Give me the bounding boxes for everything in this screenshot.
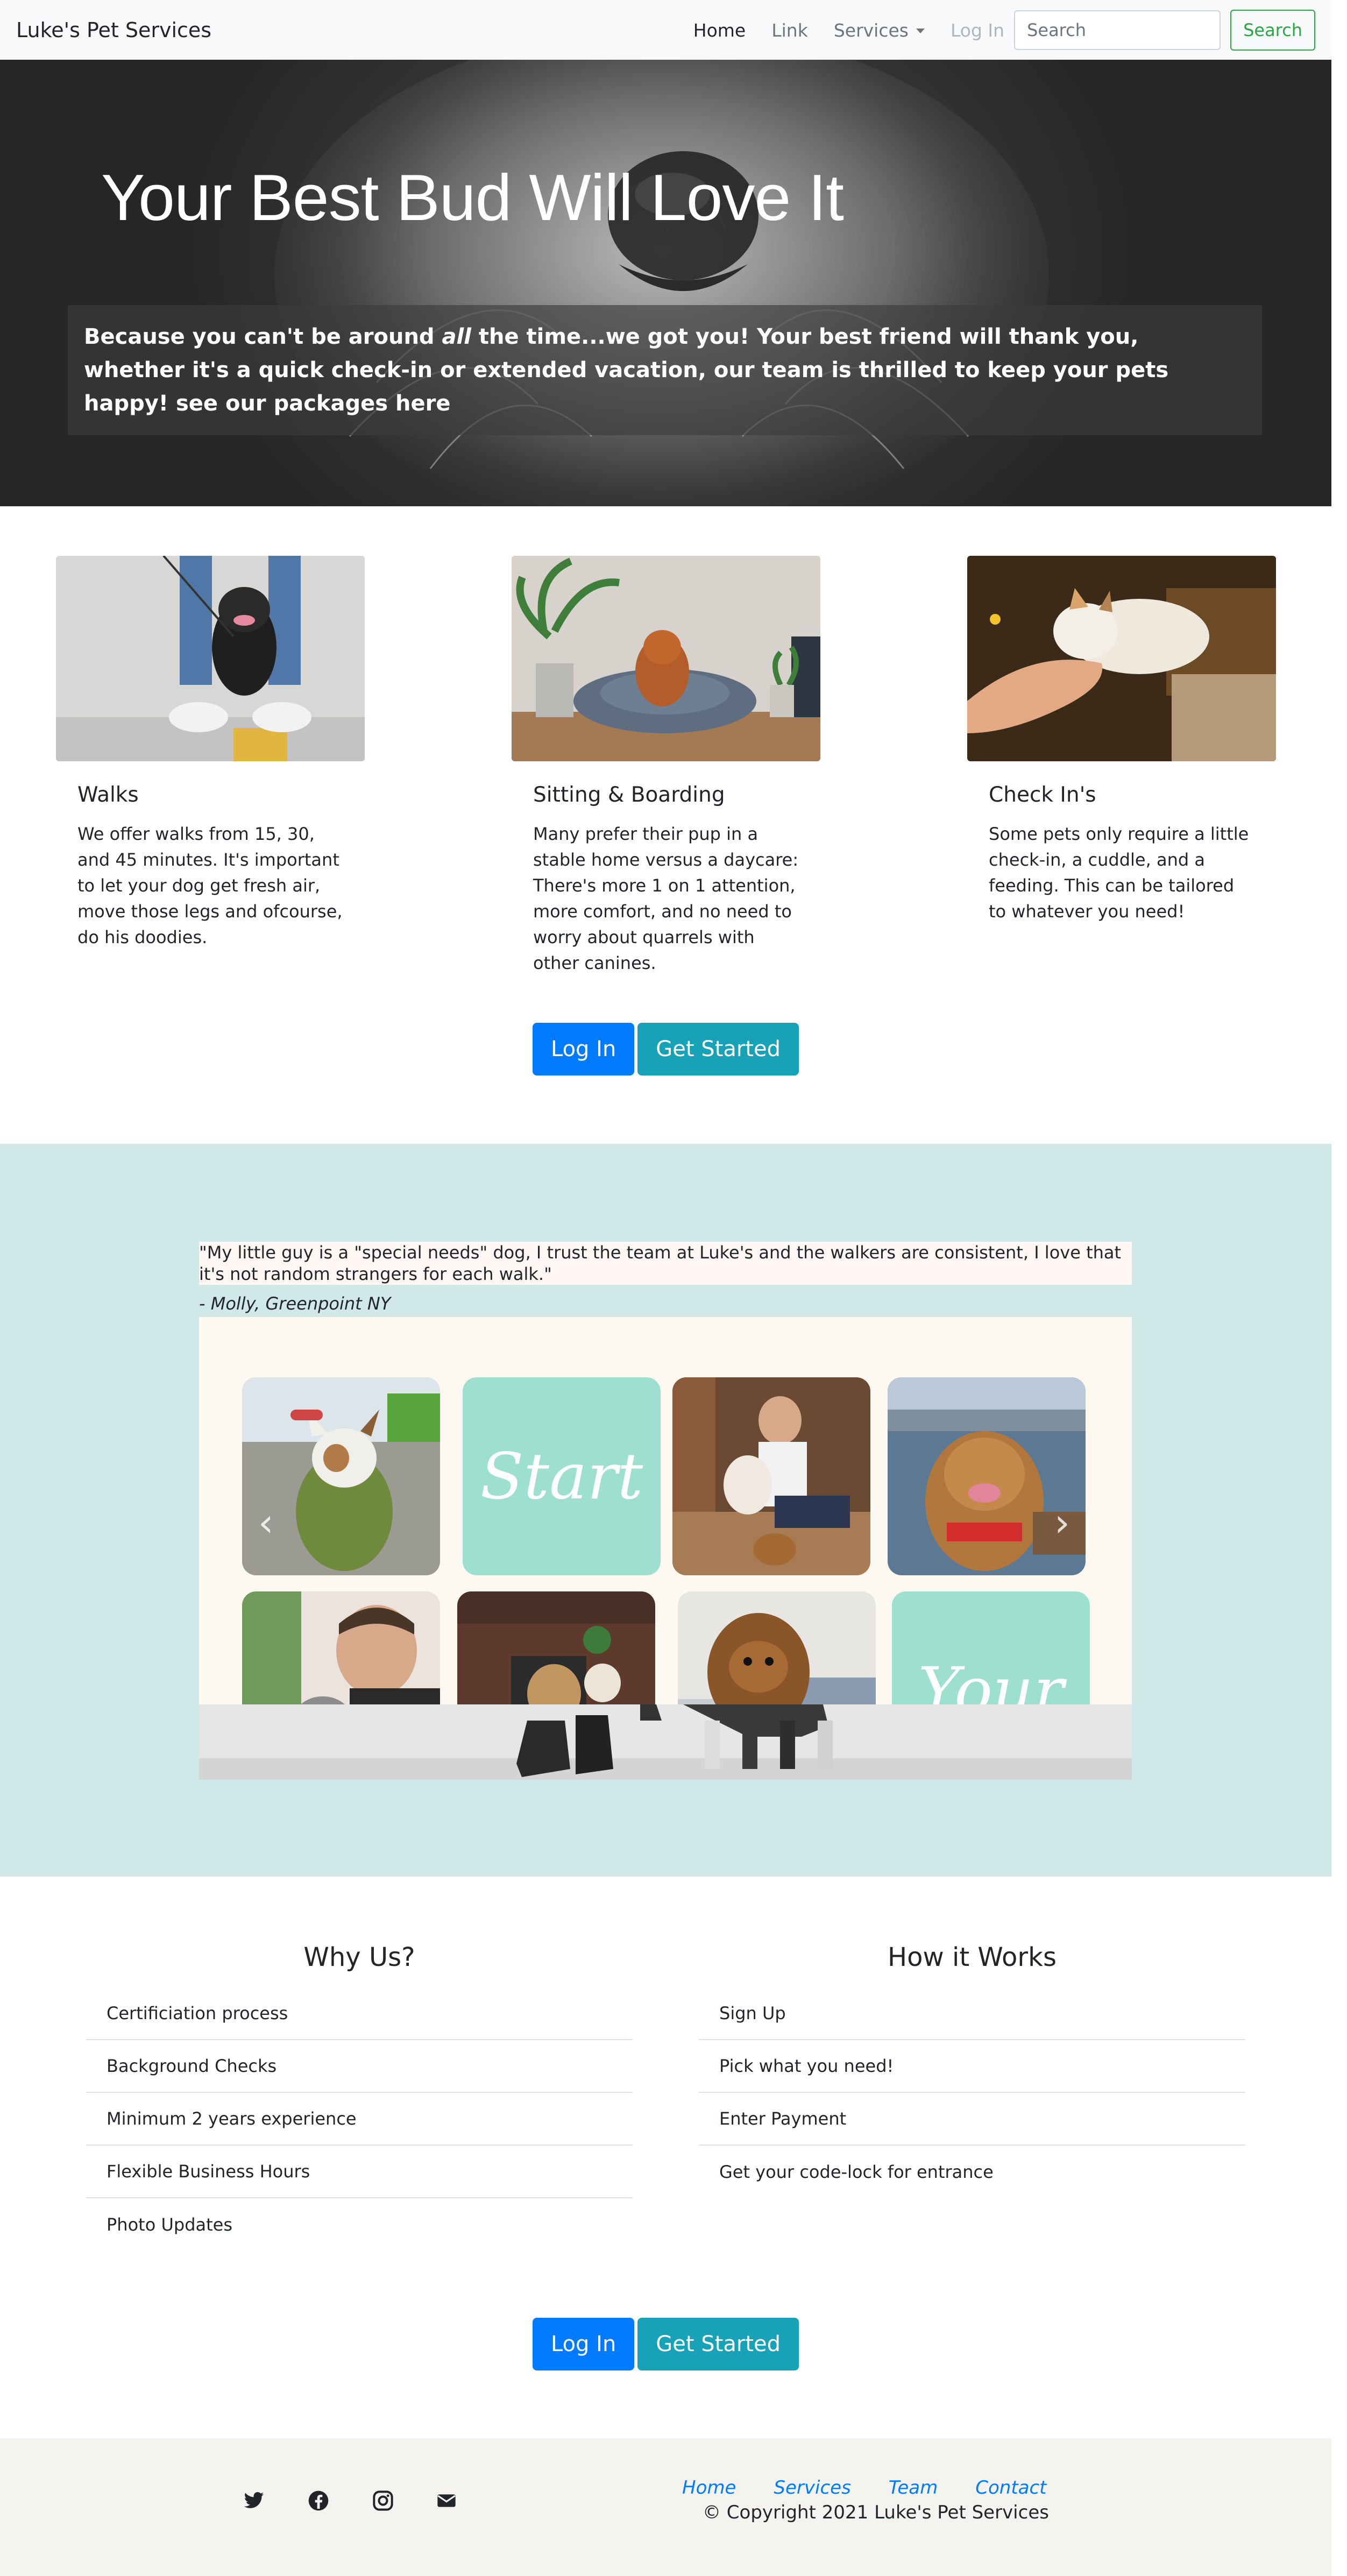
list-item: Background Checks <box>86 2040 633 2093</box>
footer-home-link[interactable]: Home <box>682 2477 736 2499</box>
brand-link[interactable]: Luke's Pet Services <box>16 18 211 42</box>
checkins-image <box>967 556 1276 761</box>
nav-link-link[interactable]: Link <box>771 20 808 41</box>
card-title: Check In's <box>989 783 1096 807</box>
hero-lead-start: Because you can't be around <box>84 324 442 349</box>
card-checkins: Check In's Some pets only require a litt… <box>967 556 1276 924</box>
testimonial-section: "My little guy is a "special needs" dog,… <box>0 1144 1331 1877</box>
get-started-button[interactable]: Get Started <box>637 2318 799 2370</box>
list-item: Pick what you need! <box>699 2040 1245 2093</box>
list-item: Certificiation process <box>86 1987 633 2040</box>
list-item: Sign Up <box>699 1987 1245 2040</box>
twitter-icon[interactable] <box>243 2490 265 2511</box>
nav-right: Home Link Services Log In Search <box>693 10 1315 51</box>
hero-jumbotron: Your Best Bud Will Love It Because you c… <box>0 60 1331 506</box>
start-tile: Start <box>463 1377 661 1575</box>
copyright-text: © Copyright 2021 Luke's Pet Services <box>703 2502 1049 2523</box>
nav-login-link[interactable]: Log In <box>951 20 1004 41</box>
login-button[interactable]: Log In <box>532 1023 635 1075</box>
cta-row-bottom: Log In Get Started <box>0 2318 1331 2370</box>
facebook-icon[interactable] <box>308 2490 329 2511</box>
how-it-works-title: How it Works <box>888 1942 1057 1972</box>
how-it-works-column: How it Works Sign Up Pick what you need!… <box>699 1942 1245 2198</box>
footer-links: Home Services Team Contact <box>682 2477 1084 2499</box>
hero-dog-image <box>274 60 1049 506</box>
carousel-prev-icon[interactable]: ‹ <box>258 1500 280 1545</box>
card-title: Sitting & Boarding <box>533 783 725 807</box>
nav-services-label: Services <box>833 19 909 41</box>
list-item: Enter Payment <box>699 2093 1245 2146</box>
services-cards: Walks We offer walks from 15, 30, and 45… <box>0 506 1331 1200</box>
footer: Home Services Team Contact © Copyright 2… <box>0 2438 1331 2576</box>
sitting-image <box>512 556 820 761</box>
card-text: Some pets only require a little check-in… <box>989 824 1249 922</box>
hero-lead-emphasis: all <box>442 324 471 349</box>
card-text: We offer walks from 15, 30, and 45 minut… <box>77 824 343 947</box>
why-us-title: Why Us? <box>303 1942 415 1972</box>
walks-image <box>56 556 365 761</box>
instagram-icon[interactable] <box>372 2490 394 2511</box>
photo-carousel[interactable]: Start Your ‹ › <box>199 1317 1132 1780</box>
footer-team-link[interactable]: Team <box>889 2477 938 2499</box>
testimonial-author: - Molly, Greenpoint NY <box>199 1293 391 1314</box>
list-item: Minimum 2 years experience <box>86 2093 633 2146</box>
navbar: Luke's Pet Services Home Link Services L… <box>0 0 1331 60</box>
card-title: Walks <box>77 783 139 807</box>
hero-lead: Because you can't be around all the time… <box>68 305 1262 435</box>
why-us-column: Why Us? Certificiation process Backgroun… <box>86 1942 633 2251</box>
login-button[interactable]: Log In <box>532 2318 635 2370</box>
info-lists: Why Us? Certificiation process Backgroun… <box>0 1877 1331 2438</box>
card-sitting-body: Sitting & Boarding Many prefer their pup… <box>512 761 820 976</box>
carousel-next-icon[interactable]: › <box>1054 1500 1076 1545</box>
carousel-photo <box>888 1377 1086 1575</box>
search-input[interactable] <box>1014 10 1221 50</box>
testimonial-quote: "My little guy is a "special needs" dog,… <box>199 1242 1132 1285</box>
hero-title: Your Best Bud Will Love It <box>101 161 844 234</box>
card-checkins-body: Check In's Some pets only require a litt… <box>967 761 1276 924</box>
search-button[interactable]: Search <box>1230 10 1315 51</box>
card-sitting: Sitting & Boarding Many prefer their pup… <box>512 556 820 976</box>
list-item: Photo Updates <box>107 2214 233 2235</box>
envelope-icon[interactable] <box>436 2490 457 2511</box>
footer-contact-link[interactable]: Contact <box>975 2477 1046 2499</box>
card-text: Many prefer their pup in a stable home v… <box>533 824 799 973</box>
cta-row-top: Log In Get Started <box>0 1023 1331 1075</box>
list-item: Get your code-lock for entrance <box>719 2162 994 2182</box>
carousel-photo <box>672 1377 870 1575</box>
boots-dog-image <box>199 1704 1132 1780</box>
card-walks-body: Walks We offer walks from 15, 30, and 45… <box>56 761 365 950</box>
card-walks: Walks We offer walks from 15, 30, and 45… <box>56 556 365 950</box>
footer-services-link[interactable]: Services <box>774 2477 850 2499</box>
nav-services-dropdown[interactable]: Services <box>834 20 925 41</box>
start-tile-text: Start <box>480 1439 643 1513</box>
list-item: Flexible Business Hours <box>86 2146 633 2198</box>
nav-home-link[interactable]: Home <box>693 20 746 41</box>
get-started-button[interactable]: Get Started <box>637 1023 799 1075</box>
caret-down-icon <box>916 28 925 33</box>
carousel-photo <box>242 1377 440 1575</box>
